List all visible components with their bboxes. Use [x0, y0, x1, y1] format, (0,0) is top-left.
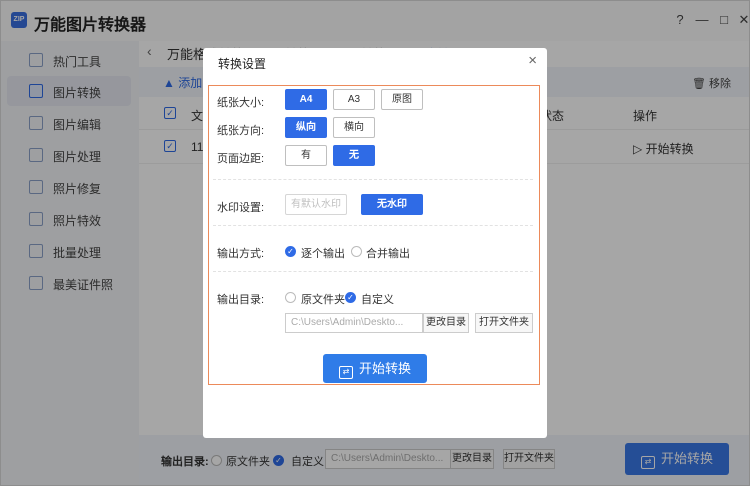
watermark-none-option[interactable]: 无水印 — [361, 194, 423, 215]
orientation-portrait-option[interactable]: 纵向 — [285, 117, 327, 138]
output-merge-label: 合并输出 — [366, 248, 410, 260]
section-divider — [213, 271, 533, 272]
margin-no-option[interactable]: 无 — [333, 145, 375, 166]
output-merge-radio[interactable] — [351, 246, 362, 257]
watermark-label: 水印设置: — [217, 202, 265, 214]
output-individual-radio[interactable]: ✓ — [285, 246, 296, 257]
dialog-custom-folder-radio[interactable]: ✓ — [345, 292, 356, 303]
section-divider — [213, 225, 533, 226]
paper-size-a4-option[interactable]: A4 — [285, 89, 327, 110]
watermark-default-option[interactable]: 有默认水印 — [285, 194, 347, 215]
dialog-custom-folder-label: 自定义 — [361, 294, 394, 306]
output-individual-label: 逐个输出 — [301, 248, 345, 260]
dialog-title: 转换设置 — [218, 57, 267, 71]
paper-size-label: 纸张大小: — [217, 97, 265, 109]
orientation-landscape-option[interactable]: 横向 — [333, 117, 375, 138]
output-dir-label: 输出目录: — [217, 294, 265, 306]
paper-size-original-option[interactable]: 原图 — [381, 89, 423, 110]
convert-settings-dialog: 转换设置 × 纸张大小: A4 A3 原图 纸张方向: 纵向 横向 页面边距: … — [203, 48, 547, 438]
dialog-source-folder-label: 原文件夹 — [301, 294, 345, 306]
paper-size-a3-option[interactable]: A3 — [333, 89, 375, 110]
orientation-label: 纸张方向: — [217, 125, 265, 137]
close-icon[interactable]: × — [528, 52, 537, 69]
dialog-output-path-input[interactable]: C:\Users\Admin\Deskto... — [285, 313, 423, 333]
dialog-start-convert-button[interactable]: ⇄ 开始转换 — [323, 354, 427, 383]
margin-label: 页面边距: — [217, 153, 265, 165]
dialog-open-folder-button[interactable]: 打开文件夹 — [475, 313, 533, 333]
margin-yes-option[interactable]: 有 — [285, 145, 327, 166]
output-mode-label: 输出方式: — [217, 248, 265, 260]
section-divider — [213, 179, 533, 180]
dialog-source-folder-radio[interactable] — [285, 292, 296, 303]
swap-icon: ⇄ — [338, 366, 353, 379]
dialog-start-convert-label: 开始转换 — [358, 361, 411, 376]
dialog-change-dir-button[interactable]: 更改目录 — [423, 313, 469, 333]
